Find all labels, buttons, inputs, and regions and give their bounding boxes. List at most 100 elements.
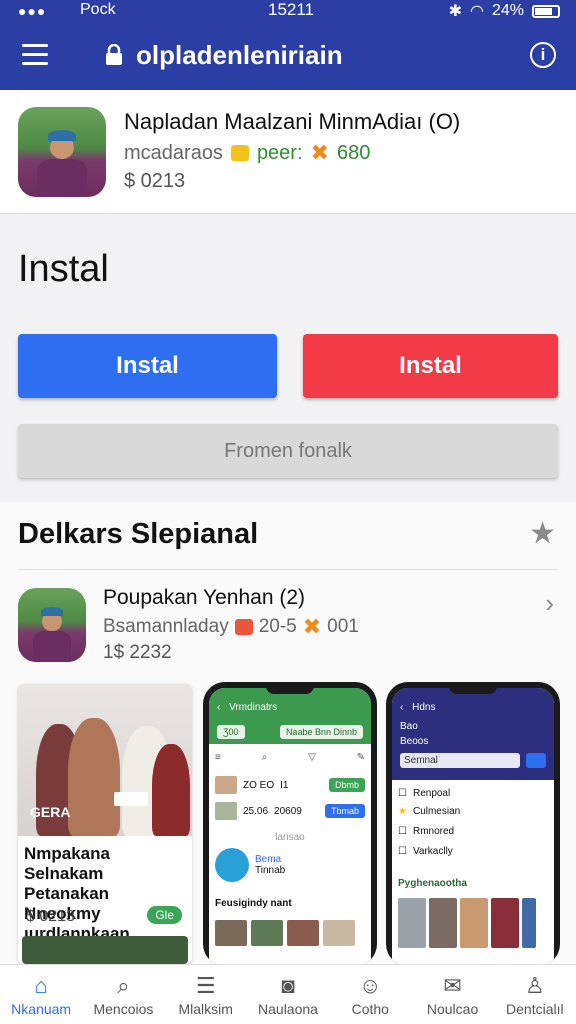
lock-icon	[106, 44, 122, 65]
card-thumbnail-strip	[22, 936, 188, 964]
battery-percent: 24%	[491, 2, 524, 19]
tab-label: Mlalksim	[178, 1001, 233, 1017]
install-heading: Instal	[18, 248, 109, 290]
install-red-button[interactable]: Instal	[303, 334, 558, 398]
battery-icon	[532, 4, 560, 18]
star-icon: ✖	[302, 614, 322, 639]
item-meta-num: 20-5	[258, 616, 297, 637]
tab-home[interactable]: ⌂ Nkanuam	[0, 965, 82, 1024]
status-bar: ●●● Pock 15211 ✱ ◠ 24%	[0, 0, 576, 22]
phone2-header: Vrmdinatrs	[229, 702, 278, 713]
tab-gifts[interactable]: ✉ Noulcao	[411, 965, 493, 1024]
phone3-search[interactable]: Semnal	[400, 753, 520, 768]
phone-preview-2[interactable]: ‹ Hdns Bao Beoos Semnal ☐ Renpoal ★ Culmes…	[386, 682, 560, 966]
phone3-sub2: Beoos	[400, 736, 429, 747]
phone2-hint: lansao	[275, 832, 305, 843]
tab-profile[interactable]: ☺ Cotho	[329, 965, 411, 1024]
profile-meta-text: mcadaraos	[124, 141, 223, 164]
related-section: Delkars Slepianal ★ Poupakan Yenhan (2) …	[0, 502, 576, 966]
filter-icon[interactable]: ▽	[308, 752, 316, 763]
badge-icon	[230, 145, 249, 161]
status-right: ✱ ◠ 24%	[449, 1, 560, 21]
carrier-label: Pock	[80, 1, 116, 18]
divider	[18, 569, 558, 570]
profile-price: $ 0213	[124, 170, 186, 192]
card-price: $ 0213	[26, 908, 75, 925]
profile-meta-green: peer:	[256, 141, 303, 164]
tab-list[interactable]: ☰ Mlalksim	[165, 965, 247, 1024]
gift-icon: ✉	[443, 973, 462, 998]
edit-icon[interactable]: ✎	[357, 752, 365, 763]
tab-label: Dentcialıl	[506, 1001, 564, 1017]
phone2-footer-label: Feusigindy nant	[215, 898, 292, 909]
tab-label: Mencoios	[93, 1001, 154, 1017]
phone3-sub1: Bao	[400, 721, 418, 732]
item-price: 1$ 2232	[103, 642, 172, 663]
address-url[interactable]: olpladenleniriain	[136, 40, 343, 71]
chevron-right-icon[interactable]: ›	[545, 588, 554, 619]
tab-camera[interactable]: ◙ Naulaona	[247, 965, 329, 1024]
favorite-star-icon[interactable]: ★	[529, 516, 556, 551]
status-time: 15211	[268, 0, 315, 19]
phone2-tab[interactable]: Ʒ00	[217, 725, 245, 739]
profile-meta: mcadaraos peer: ✖ 680	[124, 140, 370, 166]
phone3-footer-label: Pyghenaootha	[398, 878, 467, 889]
phone2-row1-a: ZO EO	[243, 779, 275, 791]
back-icon[interactable]: ‹	[400, 702, 403, 713]
phone2-row1-b: I1	[280, 779, 289, 791]
user-badge-icon: ☺	[359, 973, 382, 998]
list-item[interactable]: ☐ Varkaclly	[398, 846, 548, 857]
news-card[interactable]: GERA Nmpakana Selnakam Petanakan Nneokmy…	[18, 684, 192, 964]
hamburger-menu-icon[interactable]	[22, 44, 48, 65]
tab-label: Naulaona	[258, 1001, 318, 1017]
phone2-row2-c[interactable]: Tbmab	[324, 804, 365, 818]
phone3-footer: Pyghenaootha	[398, 878, 548, 889]
phone2-tab2[interactable]: Naabe Bnn Dinnb	[279, 725, 363, 739]
app-bar: olpladenleniriain i	[0, 22, 576, 90]
phone3-list-item: Varkaclly	[412, 846, 453, 857]
info-icon[interactable]: i	[530, 42, 556, 68]
item-name: Poupakan Yenhan (2)	[103, 586, 306, 609]
list-item[interactable]: ☐ Renpoal	[398, 788, 548, 799]
tab-label: Nkanuam	[11, 1001, 72, 1017]
section-title: Delkars Slepianal	[18, 518, 259, 550]
phone2-row2-a: 25.06	[243, 805, 269, 817]
bottom-nav: ⌂ Nkanuam ⌕ Mencoios ☰ Mlalksim ◙ Naulaona ☺…	[0, 964, 576, 1024]
back-icon[interactable]: ‹	[217, 702, 220, 713]
profile-avatar	[18, 107, 106, 197]
profile-rating: 680	[336, 141, 371, 164]
phone2-app-sub: Tinnab	[255, 865, 286, 876]
item-meta-text: Bsamannladay	[103, 616, 229, 637]
camera-icon: ◙	[281, 973, 295, 998]
phone3-list-item: Renpoal	[412, 788, 451, 799]
list-icon: ☰	[195, 973, 216, 998]
item-meta: Bsamannladay 20-5 ✖ 001	[103, 614, 359, 640]
card-title: Nmpakana Selnakam Petanakan Nneokmy ıurd…	[24, 844, 130, 943]
card-photo: GERA	[18, 684, 192, 836]
profile-card: Napladan Maalzani MinmAdiaı (O) mcadarao…	[0, 90, 576, 214]
item-rating: 001	[327, 616, 359, 637]
search-icon[interactable]: ⌕	[262, 752, 268, 763]
install-blue-button[interactable]: Instal	[18, 334, 277, 398]
secondary-button[interactable]: Fromen fonalk	[18, 424, 558, 478]
phone2-row1-c[interactable]: Dbmb	[328, 778, 365, 792]
tab-search[interactable]: ⌕ Mencoios	[82, 965, 164, 1024]
star-icon: ✖	[310, 140, 329, 165]
list-item[interactable]: ☐ Rmnored	[398, 826, 548, 837]
phone3-header: Hdns	[412, 702, 436, 713]
badge-icon	[234, 619, 253, 635]
phone2-footer: Feusigindy nant	[215, 898, 365, 909]
person-icon: ♙	[524, 973, 545, 998]
bluetooth-icon: ✱	[448, 3, 462, 20]
phone3-list-item: Rmnored	[412, 826, 455, 837]
profile-name: Napladan Maalzani MinmAdiaı (O)	[124, 109, 461, 134]
search-icon: ⌕	[117, 973, 130, 998]
tab-account[interactable]: ♙ Dentcialıl	[494, 965, 576, 1024]
home-icon: ⌂	[34, 973, 48, 998]
list-item[interactable]: ★ Culmesian	[398, 806, 548, 817]
list-icon[interactable]: ≡	[215, 752, 221, 763]
tab-label: Cotho	[351, 1001, 389, 1017]
signal-dots-icon: ●●●	[18, 3, 47, 19]
phone-preview-1[interactable]: ‹ Vrmdinatrs Ʒ00 Naabe Bnn Dinnb ≡ ⌕ ▽ ✎ ZO…	[203, 682, 377, 966]
item-avatar	[18, 588, 86, 662]
